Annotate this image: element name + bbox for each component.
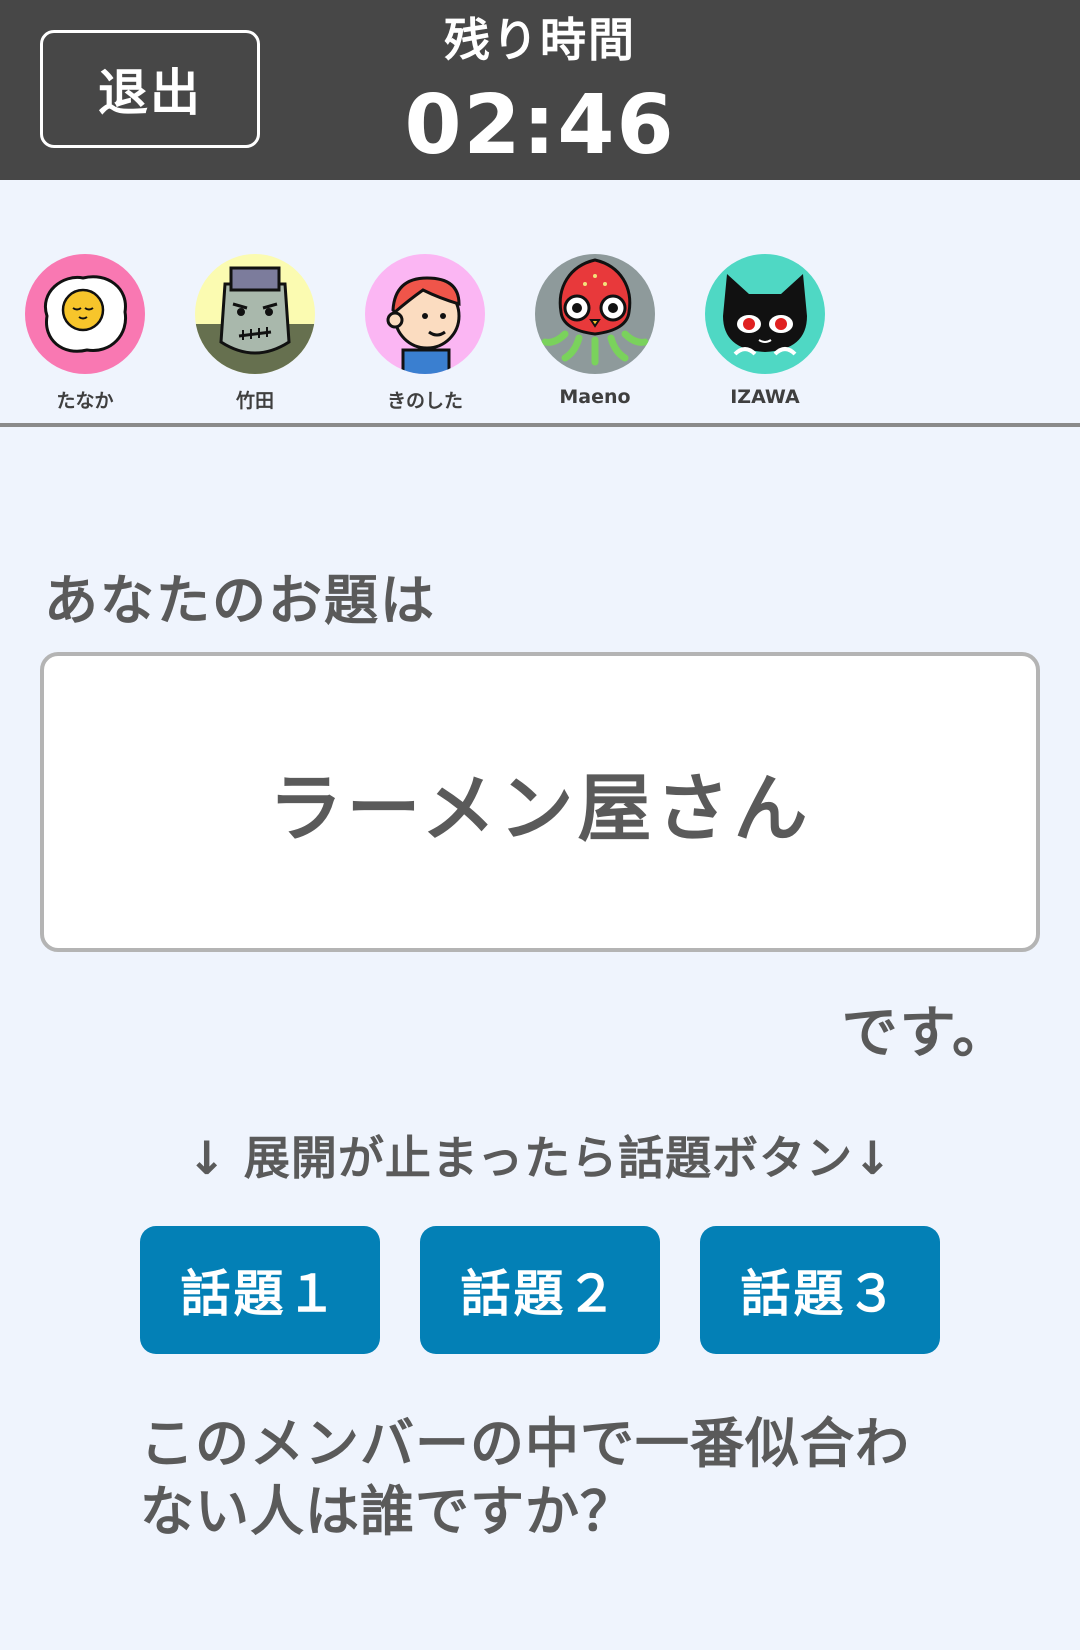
player-item[interactable]: 竹田 xyxy=(195,254,315,413)
exit-button[interactable]: 退出 xyxy=(40,30,260,148)
timer-label: 残り時間 xyxy=(444,13,636,67)
strawberry-octopus-icon xyxy=(535,254,655,374)
timer-value: 02:46 xyxy=(404,78,676,173)
player-name: IZAWA xyxy=(730,386,800,408)
question-text: このメンバーの中で一番似合わない人は誰ですか？ xyxy=(140,1412,910,1543)
topic-button-3[interactable]: 話題３ xyxy=(700,1226,940,1354)
hint-text: ↓ 展開が止まったら話題ボタン↓ xyxy=(187,1131,893,1185)
player-item[interactable]: Maeno xyxy=(535,254,655,408)
zombie-icon xyxy=(195,254,315,374)
player-name: 竹田 xyxy=(235,390,274,412)
fried-egg-icon xyxy=(25,254,145,374)
player-item[interactable]: たなか xyxy=(25,254,145,413)
player-item[interactable]: IZAWA xyxy=(705,254,825,408)
topic-button-2[interactable]: 話題２ xyxy=(420,1226,660,1354)
prompt-label: あなたのお題は xyxy=(44,569,436,632)
topic-suffix: です。 xyxy=(841,1001,1010,1066)
player-list: たなか 竹田 きのした Maeno IZAWA xyxy=(0,180,1080,426)
player-name: きのした xyxy=(386,390,463,412)
header-bar: 退出 残り時間 02:46 xyxy=(0,0,1080,180)
player-item[interactable]: きのした xyxy=(365,254,485,413)
black-cat-icon xyxy=(705,254,825,374)
player-name: たなか xyxy=(56,390,114,412)
boy-icon xyxy=(365,254,485,374)
divider xyxy=(0,423,1080,427)
player-name: Maeno xyxy=(559,386,631,408)
topic-text: ラーメン屋さん xyxy=(268,765,812,852)
topic-card: ラーメン屋さん xyxy=(40,652,1040,952)
topic-button-1[interactable]: 話題１ xyxy=(140,1226,380,1354)
